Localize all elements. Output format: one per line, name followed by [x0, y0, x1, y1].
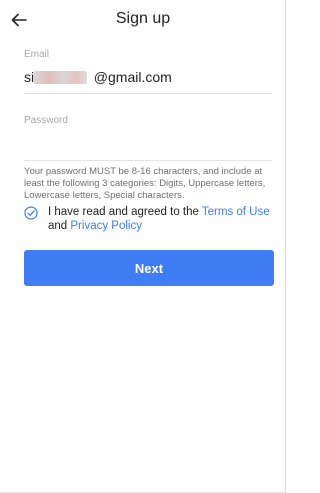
email-label: Email — [24, 49, 50, 60]
password-input[interactable] — [24, 130, 272, 150]
page-title: Sign up — [115, 10, 171, 27]
redaction-blur — [33, 71, 87, 84]
password-hint: Your password MUST be 8-16 characters, a… — [24, 166, 266, 201]
check-circle-icon[interactable] — [24, 206, 38, 220]
email-underline — [24, 93, 272, 94]
email-input-row[interactable]: sir @gmail.com — [24, 66, 272, 88]
agreement-text: I have read and agreed to the Terms of U… — [48, 205, 286, 233]
password-label: Password — [24, 115, 68, 126]
agreement-row: I have read and agreed to the Terms of U… — [24, 205, 286, 233]
password-field: Password — [24, 115, 272, 161]
signup-screen: Sign up Email sir @gmail.com Password You… — [0, 0, 286, 493]
email-field: Email sir @gmail.com — [24, 49, 272, 94]
header-bar: Sign up — [0, 0, 286, 40]
privacy-policy-link[interactable]: Privacy Policy — [70, 220, 142, 232]
agreement-text-and: and — [48, 220, 71, 232]
terms-of-use-link[interactable]: Terms of Use — [202, 206, 270, 218]
next-button[interactable]: Next — [24, 250, 274, 286]
password-underline — [24, 160, 272, 161]
agreement-text-before: I have read and agreed to the — [48, 206, 202, 218]
email-value-suffix: @gmail.com — [93, 69, 172, 85]
